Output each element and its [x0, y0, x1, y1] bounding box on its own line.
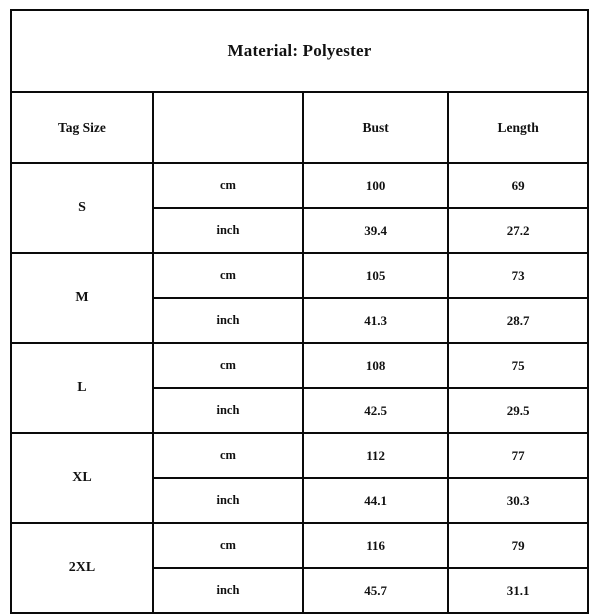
unit-label-inch-xl: inch	[151, 477, 304, 524]
bust-inch-2xl: 45.7	[301, 567, 450, 614]
bust-inch-m: 41.3	[301, 297, 450, 344]
unit-label-cm-s: cm	[151, 162, 304, 209]
length-inch-2xl: 31.1	[447, 567, 589, 614]
size-chart-table: Material: Polyester Tag Size Bust Length…	[10, 9, 589, 614]
size-label-m: M	[10, 252, 154, 344]
size-label-l: L	[10, 342, 154, 434]
length-cm-m: 73	[447, 252, 589, 299]
bust-inch-xl: 44.1	[301, 477, 450, 524]
title-row: Material: Polyester	[10, 9, 589, 93]
column-header-bust: Bust	[301, 91, 450, 164]
bust-inch-l: 42.5	[301, 387, 450, 434]
unit-label-cm-2xl: cm	[151, 522, 304, 569]
table-row: L cm 108 75	[10, 342, 589, 434]
material-title: Material: Polyester	[10, 9, 589, 93]
length-inch-xl: 30.3	[447, 477, 589, 524]
column-header-unit	[151, 91, 304, 164]
table-row: XL cm 112 77	[10, 432, 589, 524]
column-header-length: Length	[447, 91, 589, 164]
length-cm-xl: 77	[447, 432, 589, 479]
bust-cm-s: 100	[301, 162, 450, 209]
length-inch-l: 29.5	[447, 387, 589, 434]
length-cm-s: 69	[447, 162, 589, 209]
unit-label-inch-m: inch	[151, 297, 304, 344]
unit-label-cm-m: cm	[151, 252, 304, 299]
table-row: M cm 105 73	[10, 252, 589, 344]
bust-inch-s: 39.4	[301, 207, 450, 254]
size-label-s: S	[10, 162, 154, 254]
header-row: Tag Size Bust Length	[10, 91, 589, 164]
unit-label-cm-l: cm	[151, 342, 304, 389]
length-inch-m: 28.7	[447, 297, 589, 344]
column-header-tag-size: Tag Size	[10, 91, 154, 164]
unit-label-inch-2xl: inch	[151, 567, 304, 614]
length-inch-s: 27.2	[447, 207, 589, 254]
bust-cm-m: 105	[301, 252, 450, 299]
table-row: S cm 100 69	[10, 162, 589, 254]
size-chart-container: Material: Polyester Tag Size Bust Length…	[0, 0, 600, 614]
unit-label-cm-xl: cm	[151, 432, 304, 479]
length-cm-2xl: 79	[447, 522, 589, 569]
bust-cm-l: 108	[301, 342, 450, 389]
unit-label-inch-l: inch	[151, 387, 304, 434]
table-row: 2XL cm 116 79	[10, 522, 589, 614]
bust-cm-2xl: 116	[301, 522, 450, 569]
size-label-xl: XL	[10, 432, 154, 524]
bust-cm-xl: 112	[301, 432, 450, 479]
length-cm-l: 75	[447, 342, 589, 389]
unit-label-inch-s: inch	[151, 207, 304, 254]
